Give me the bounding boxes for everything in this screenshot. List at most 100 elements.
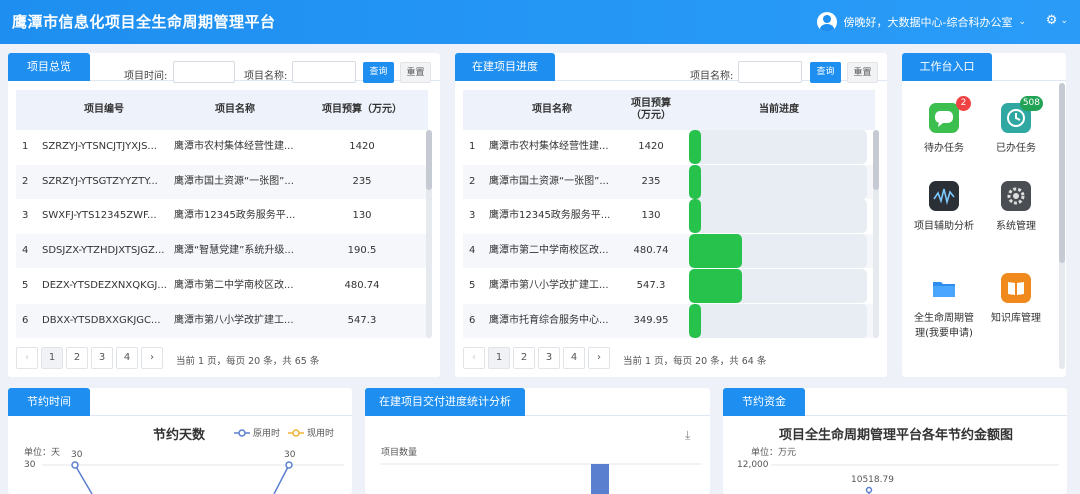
savings-money-panel: 节约资金 项目全生命周期管理平台各年节约金额图 单位：万元 12,000 105… [723,388,1067,494]
workbench-item-analysis[interactable]: 项目辅助分析 [914,181,974,232]
tab-delivery-analysis[interactable]: 在建项目交付进度统计分析 [365,388,525,416]
user-greeting: 傍晚好，大数据中心-综合科办公室 [843,16,1013,29]
table-row[interactable]: 6 DBXX-YTSDBXXGKJGC... 鹰潭市第八小学改扩建工... 547.3 [16,303,428,338]
workbench-item-label: 待办任务 [924,143,964,154]
table-header: 项目名称 项目预算（万元） 当前进度 [463,90,875,130]
workbench-item-label: 项目辅助分析 [914,221,974,232]
query-button[interactable]: 查询 [810,62,841,83]
user-menu[interactable]: 傍晚好，大数据中心-综合科办公室 ⌄ [817,12,1026,32]
todo-badge: 2 [956,96,971,111]
series-line-original [74,464,93,494]
table-row[interactable]: 4 SDSJZX-YTZHDJXTSJGZ... 鹰潭“智慧党建”系统升级... 19… [16,234,428,269]
tab-project-progress[interactable]: 在建项目进度 [455,53,555,81]
legend-current[interactable]: 现用时 [288,426,334,439]
avatar-icon [817,12,838,32]
project-progress-panel: 在建项目进度 项目名称: 查询 重置 项目名称 项目预算（万元） 当前进度 1 鹰… [455,53,887,377]
table-row[interactable]: 4 鹰潭市第二中学南校区改... 480.74 [463,234,875,269]
page-2-button[interactable]: 2 [513,347,535,369]
reset-button[interactable]: 重置 [400,62,431,83]
table-row[interactable]: 1 SZRZYJ-YTSNCJTJYXJS... 鹰潭市农村集体经营性建... 142… [16,130,428,164]
tab-savings-money[interactable]: 节约资金 [723,388,805,416]
table-row[interactable]: 2 SZRZYJ-YTSGTZYYZTY... 鹰潭市国土资源“一张图”... 235 [16,164,428,199]
next-page-button[interactable]: › [141,347,163,369]
project-time-input[interactable] [173,61,235,83]
tab-workbench[interactable]: 工作台入口 [902,53,992,81]
filter-time-label: 项目时间: [124,71,168,82]
data-point [71,461,79,469]
project-overview-panel: 项目总览 项目时间: 项目名称: 查询 重置 项目编号 项目名称 项目预算（万元… [8,53,440,377]
progress-name-input[interactable] [738,61,802,83]
workbench-item-todo[interactable]: 2 待办任务 [914,96,974,154]
progress-bar [689,199,867,234]
top-header: 鹰潭市信息化项目全生命周期管理平台 傍晚好，大数据中心-综合科办公室 ⌄ ⚙ ⌄ [0,0,1080,44]
prev-page-button[interactable]: ‹ [16,347,38,369]
table-row[interactable]: 1 鹰潭市农村集体经营性建... 1420 [463,130,875,164]
prev-page-button[interactable]: ‹ [463,347,485,369]
filter-name-label: 项目名称: [690,71,734,82]
table-row[interactable]: 5 鹰潭市第八小学改扩建工... 547.3 [463,268,875,303]
project-name: 鹰潭市12345政务服务平... [174,210,296,222]
page-3-button[interactable]: 3 [91,347,113,369]
table-header: 项目编号 项目名称 项目预算（万元） [16,90,428,130]
workbench-item-done[interactable]: 508 已办任务 [986,96,1046,154]
project-code: SWXFJ-YTS12345ZWF... [42,210,157,222]
workbench-item-label: 知识库管理 [991,313,1041,324]
workbench-item-system[interactable]: 系统管理 [986,181,1046,232]
col-header-budget: 项目预算（万元） [631,98,671,121]
table-scrollbar[interactable] [873,130,879,338]
project-name: 鹰潭市托育综合服务中心... [489,314,609,326]
reset-button[interactable]: 重置 [847,62,878,83]
table-row[interactable]: 3 鹰潭市12345政务服务平... 130 [463,199,875,234]
project-name: 鹰潭市第二中学南校区改... [174,279,294,291]
table-row[interactable]: 2 鹰潭市国土资源“一张图”... 235 [463,164,875,199]
table-scrollbar[interactable] [426,130,432,338]
tab-project-overview[interactable]: 项目总览 [8,53,90,81]
download-icon[interactable]: ⤓ [685,428,690,443]
data-point [865,486,873,494]
scrollbar-thumb[interactable] [873,130,879,190]
workbench-panel: 工作台入口 2 待办任务 508 已办任务 项目辅助分析 系统管理 全生命周期管… [902,53,1066,377]
workbench-scrollbar[interactable] [1059,83,1065,369]
progress-bar [689,130,867,164]
project-name: 鹰潭市第八小学改扩建工... [489,279,609,291]
progress-fill [689,303,702,338]
query-button[interactable]: 查询 [363,62,394,83]
page-3-button[interactable]: 3 [538,347,560,369]
workbench-item-lifecycle[interactable]: 全生命周期管理(我要申请) [914,273,974,339]
page-1-button[interactable]: 1 [488,347,510,369]
scrollbar-thumb[interactable] [1059,83,1065,263]
row-number: 3 [22,210,29,222]
project-name-input[interactable] [292,61,356,83]
table-row[interactable]: 3 SWXFJ-YTS12345ZWF... 鹰潭市12345政务服务平... 130 [16,199,428,233]
row-number: 5 [469,279,476,291]
tab-savings-time[interactable]: 节约时间 [8,388,90,416]
project-budget: 1420 [349,141,375,152]
project-budget: 235 [352,175,372,187]
scrollbar-thumb[interactable] [426,130,432,190]
page-4-button[interactable]: 4 [116,347,138,369]
project-name: 鹰潭市国土资源“一张图”... [174,175,294,187]
project-code: SDSJZX-YTZHDJXTSJGZ... [42,245,165,257]
progress-bar [689,268,867,303]
legend-marker-icon [288,428,304,437]
workbench-item-knowledge[interactable]: 知识库管理 [986,273,1046,324]
legend-original[interactable]: 原用时 [234,426,280,439]
project-budget: 547.3 [636,279,666,291]
pagination: ‹ 1 2 3 4 › [16,347,163,369]
book-icon [1001,273,1031,303]
page-2-button[interactable]: 2 [66,347,88,369]
table-row[interactable]: 5 DEZX-YTSDEZXNXQKGJ... 鹰潭市第二中学南校区改... 480.… [16,269,428,303]
settings-menu[interactable]: ⚙ ⌄ [1046,13,1068,28]
chevron-down-icon: ⌄ [1060,15,1068,26]
row-number: 1 [469,141,476,152]
bar [591,464,609,494]
progress-fill [689,130,702,164]
row-number: 5 [22,279,29,291]
page-4-button[interactable]: 4 [563,347,585,369]
table-row[interactable]: 6 鹰潭市托育综合服务中心... 349.95 [463,303,875,338]
project-name: 鹰潭“智慧党建”系统升级... [174,245,294,257]
progress-bar [689,164,867,199]
next-page-button[interactable]: › [588,347,610,369]
page-1-button[interactable]: 1 [41,347,63,369]
row-number: 6 [469,314,476,326]
